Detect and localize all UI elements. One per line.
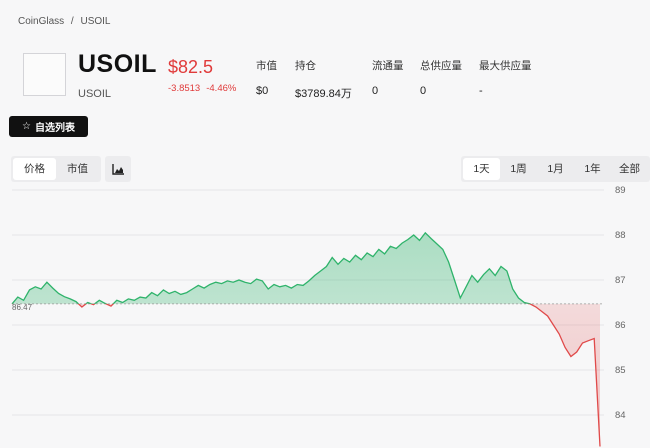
price-line-up [11,231,532,304]
range-toggle: 1天 1周 1月 1年 全部 [461,156,650,182]
stat-value: $0 [256,85,269,97]
price-chart[interactable]: 89 88 87 86 85 84 86.47 [0,183,650,448]
star-icon: ☆ [22,121,31,132]
stat-value: $3789.84万 [295,88,352,100]
price-change-pct: -4.46% [206,83,237,94]
area-fill-below-baseline [12,303,600,447]
symbol-title: USOIL [78,50,157,78]
stat-total-supply: 总供应量 0 [420,58,462,97]
stat-open-interest: 持仓 $3789.84万 [295,58,352,101]
range-1d[interactable]: 1天 [463,158,500,180]
coin-logo-placeholder [23,53,66,96]
tab-market-cap[interactable]: 市值 [56,158,99,180]
stat-label: 流通量 [372,60,404,72]
breadcrumb-root[interactable]: CoinGlass [18,16,64,27]
y-tick-label: 88 [615,230,626,241]
stat-market-cap: 市值 $0 [256,58,277,97]
stat-label: 总供应量 [420,60,462,72]
price-line-down [11,303,601,447]
stat-label: 市值 [256,60,277,72]
stat-value: - [479,85,483,97]
breadcrumb-current: USOIL [80,16,111,27]
symbol-subtitle: USOIL [78,88,112,100]
y-tick-label: 85 [615,365,626,376]
area-fill-above-baseline [12,232,530,304]
range-1y[interactable]: 1年 [574,158,611,180]
stat-max-supply: 最大供应量 - [479,58,532,97]
stat-value: 0 [420,85,427,97]
price-change-abs: -3.8513 [168,83,201,94]
stat-label: 持仓 [295,60,316,72]
tab-price[interactable]: 价格 [13,158,56,180]
chart-type-button[interactable] [105,156,131,182]
current-price: $82.5 [168,57,214,77]
watchlist-label: 自选列表 [34,123,75,134]
range-1w[interactable]: 1周 [500,158,537,180]
stat-circulating: 流通量 0 [372,58,404,97]
stat-label: 最大供应量 [479,60,532,72]
watchlist-button[interactable]: ☆ 自选列表 [9,116,88,137]
bar-chart-icon [111,163,124,175]
y-tick-label: 87 [615,275,626,286]
view-toggle: 价格 市值 [11,156,101,182]
price-change: -3.8513 -4.46% [168,83,242,94]
breadcrumb: CoinGlass / USOIL [18,16,115,27]
baseline-label: 86.47 [12,303,33,312]
y-tick-label: 89 [615,185,626,196]
range-1m[interactable]: 1月 [537,158,574,180]
breadcrumb-separator: / [70,16,74,27]
y-tick-label: 84 [615,410,626,421]
stat-value: 0 [372,85,379,97]
y-tick-label: 86 [615,320,626,331]
range-all[interactable]: 全部 [611,158,648,180]
